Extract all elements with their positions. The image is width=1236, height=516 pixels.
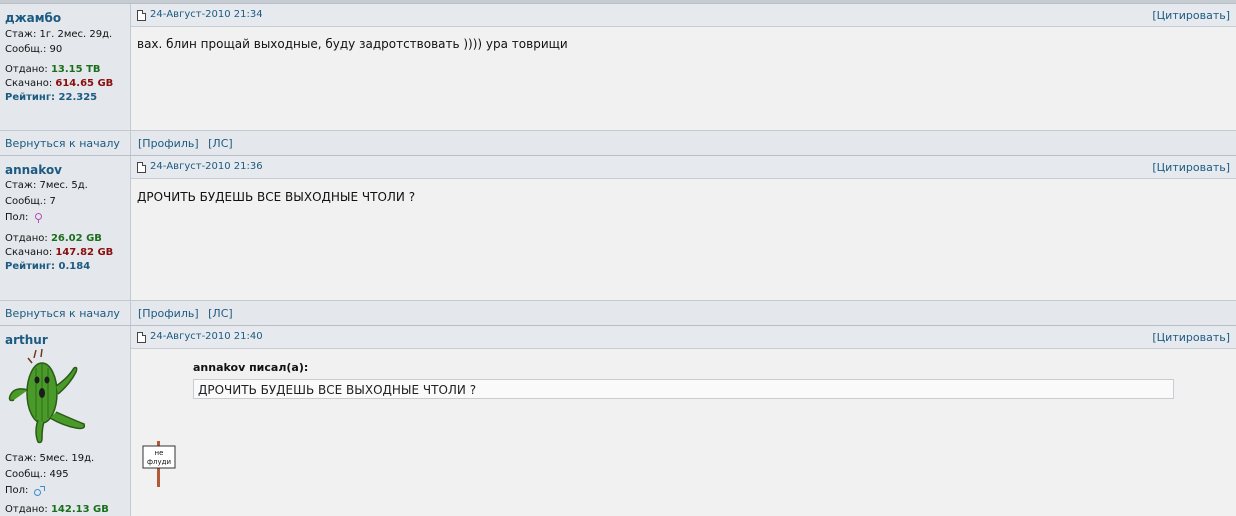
- quote-button[interactable]: [Цитировать]: [1152, 161, 1230, 174]
- downloaded-label: Скачано:: [5, 247, 56, 258]
- uploaded-label: Отдано:: [5, 64, 51, 75]
- author-stazh: Стаж: 7мес. 5д.: [5, 180, 88, 191]
- gender-label: Пол:: [5, 212, 29, 223]
- downloaded-label: Скачано:: [5, 78, 56, 89]
- author-posts-count: Сообщ.: 90: [5, 44, 63, 55]
- post-date[interactable]: 24-Август-2010 21:40: [150, 331, 263, 342]
- uploaded-value: 142.13 GB: [50, 504, 109, 515]
- post-header: 24-Август-2010 21:36 [Цитировать]: [131, 156, 1236, 179]
- author-username[interactable]: annakov: [5, 163, 62, 177]
- female-icon: [34, 213, 43, 223]
- rating-label: Рейтинг:: [5, 92, 59, 103]
- post-footer: Вернуться к началу [Профиль] [ЛС]: [0, 300, 1236, 325]
- back-to-top-link[interactable]: Вернуться к началу: [5, 307, 120, 320]
- profile-link[interactable]: [Профиль]: [138, 137, 199, 150]
- back-to-top-link[interactable]: Вернуться к началу: [5, 137, 120, 150]
- downloaded-value: 147.82 GB: [55, 247, 114, 258]
- uploaded-value: 13.15 TB: [50, 64, 101, 75]
- footer-links: [Профиль] [ЛС]: [138, 137, 239, 150]
- author-stazh: Стаж: 1г. 2мес. 29д.: [5, 29, 113, 40]
- quote-block: annakov писал(а): ДРОЧИТЬ БУДЕШЬ ВСЕ ВЫХ…: [193, 361, 1174, 399]
- profile-link[interactable]: [Профиль]: [138, 307, 199, 320]
- cactus-avatar-icon: [8, 348, 86, 444]
- sign-text-line2: флуди: [147, 458, 171, 466]
- uploaded-value: 26.02 GB: [50, 233, 102, 244]
- post-body: 24-Август-2010 21:36 [Цитировать] ДРОЧИТ…: [131, 156, 1236, 300]
- author-username[interactable]: arthur: [5, 333, 48, 347]
- post-date[interactable]: 24-Август-2010 21:34: [150, 9, 263, 20]
- post: arthur Стаж: 5мес. 19д. Сообщ.: 495 Пол:: [0, 325, 1236, 516]
- quote-button[interactable]: [Цитировать]: [1152, 331, 1230, 344]
- author-gender: Пол:: [5, 485, 46, 496]
- post-date[interactable]: 24-Август-2010 21:36: [150, 161, 263, 172]
- pm-link[interactable]: [ЛС]: [208, 307, 233, 320]
- footer-separator: [130, 301, 131, 325]
- quote-text: ДРОЧИТЬ БУДЕШЬ ВСЕ ВЫХОДНЫЕ ЧТОЛИ ?: [193, 379, 1174, 399]
- post-icon: [137, 162, 146, 173]
- uploaded-label: Отдано:: [5, 233, 51, 244]
- post-text: ДРОЧИТЬ БУДЕШЬ ВСЕ ВЫХОДНЫЕ ЧТОЛИ ?: [137, 190, 416, 204]
- sign-text-line1: не: [155, 449, 164, 457]
- post-author-panel: annakov Стаж: 7мес. 5д. Сообщ.: 7 Пол: О…: [0, 156, 131, 300]
- rating-value: 0.184: [58, 261, 91, 272]
- rating-label: Рейтинг:: [5, 261, 59, 272]
- uploaded-label: Отдано:: [5, 504, 51, 515]
- post-footer: Вернуться к началу [Профиль] [ЛС]: [0, 130, 1236, 155]
- footer-links: [Профиль] [ЛС]: [138, 307, 239, 320]
- post-author-panel: arthur Стаж: 5мес. 19д. Сообщ.: 495 Пол:: [0, 326, 131, 516]
- author-uploaded: Отдано: 26.02 GB: [5, 233, 102, 244]
- post-body: 24-Август-2010 21:34 [Цитировать] вах. б…: [131, 4, 1236, 130]
- post: annakov Стаж: 7мес. 5д. Сообщ.: 7 Пол: О…: [0, 155, 1236, 300]
- male-icon: [34, 486, 46, 496]
- post-text: вах. блин прощай выходные, буду задротст…: [137, 37, 568, 51]
- post-icon: [137, 332, 146, 343]
- author-posts-count: Сообщ.: 7: [5, 196, 56, 207]
- post: джамбо Стаж: 1г. 2мес. 29д. Сообщ.: 90 О…: [0, 3, 1236, 130]
- author-downloaded: Скачано: 614.65 GB: [5, 78, 113, 89]
- forum-thread: джамбо Стаж: 1г. 2мес. 29д. Сообщ.: 90 О…: [0, 0, 1236, 516]
- author-username[interactable]: джамбо: [5, 11, 61, 25]
- author-uploaded: Отдано: 13.15 TB: [5, 64, 101, 75]
- quote-author: annakov писал(а):: [193, 361, 309, 374]
- post-body: 24-Август-2010 21:40 [Цитировать] annako…: [131, 326, 1236, 516]
- post-header: 24-Август-2010 21:34 [Цитировать]: [131, 4, 1236, 27]
- no-flood-sign-icon: не флуди: [142, 441, 176, 487]
- author-gender: Пол:: [5, 212, 43, 223]
- post-icon: [137, 10, 146, 21]
- author-posts-count: Сообщ.: 495: [5, 469, 69, 480]
- post-author-panel: джамбо Стаж: 1г. 2мес. 29д. Сообщ.: 90 О…: [0, 4, 131, 130]
- author-uploaded: Отдано: 142.13 GB: [5, 504, 109, 515]
- quote-button[interactable]: [Цитировать]: [1152, 9, 1230, 22]
- post-header: 24-Август-2010 21:40 [Цитировать]: [131, 326, 1236, 349]
- author-stazh: Стаж: 5мес. 19д.: [5, 453, 95, 464]
- pm-link[interactable]: [ЛС]: [208, 137, 233, 150]
- rating-value: 22.325: [58, 92, 98, 103]
- footer-separator: [130, 131, 131, 155]
- author-downloaded: Скачано: 147.82 GB: [5, 247, 113, 258]
- author-rating: Рейтинг: 0.184: [5, 261, 90, 272]
- downloaded-value: 614.65 GB: [55, 78, 114, 89]
- gender-label: Пол:: [5, 485, 29, 496]
- author-rating: Рейтинг: 22.325: [5, 92, 97, 103]
